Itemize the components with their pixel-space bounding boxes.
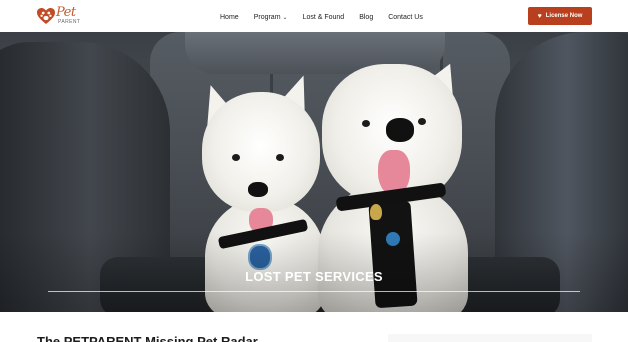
main-nav: Home Program ⌄ Lost & Found Blog Contact… <box>220 11 423 23</box>
hero-divider <box>48 291 580 292</box>
nav-item-label: Blog <box>359 13 374 21</box>
logo-subtext: PARENT <box>58 19 81 25</box>
heart-paw-logo-icon <box>37 8 55 24</box>
nav-item-contact-us[interactable]: Contact Us <box>388 14 423 21</box>
nav-item-label: Lost & Found <box>302 13 345 21</box>
nav-item-label: Home <box>220 13 239 21</box>
nav-item-program[interactable]: Program ⌄ <box>254 14 288 21</box>
dog-nose <box>386 118 414 142</box>
section-heading: The PETPARENT Missing Pet Radar <box>37 334 258 342</box>
dog-id-tag <box>370 204 382 220</box>
content-section: The PETPARENT Missing Pet Radar <box>0 312 628 342</box>
nav-item-label: Program <box>253 13 281 21</box>
pet-parent-logo[interactable]: Pet PARENT <box>36 5 88 29</box>
dog-eye <box>276 154 284 161</box>
license-now-label: License Now <box>545 13 583 19</box>
dog-eye <box>232 154 240 161</box>
nav-item-blog[interactable]: Blog <box>359 14 373 21</box>
hero-title: LOST PET SERVICES <box>245 269 383 284</box>
license-now-button[interactable]: ♥ License Now <box>528 7 592 25</box>
dog-eye <box>418 118 426 125</box>
nav-item-lost-found[interactable]: Lost & Found <box>303 14 345 21</box>
nav-item-label: Contact Us <box>388 13 423 21</box>
heart-icon: ♥ <box>537 12 542 20</box>
chevron-down-icon: ⌄ <box>282 14 288 21</box>
dog-nose <box>248 182 268 197</box>
logo-wordmark: Pet <box>56 5 76 20</box>
nav-item-home[interactable]: Home <box>220 14 239 21</box>
site-header: Pet PARENT Home Program ⌄ Lost & Found B… <box>0 0 628 32</box>
dog-eye <box>362 120 370 127</box>
sidebar-card <box>388 334 592 342</box>
hero-banner: LOST PET SERVICES <box>0 32 628 312</box>
